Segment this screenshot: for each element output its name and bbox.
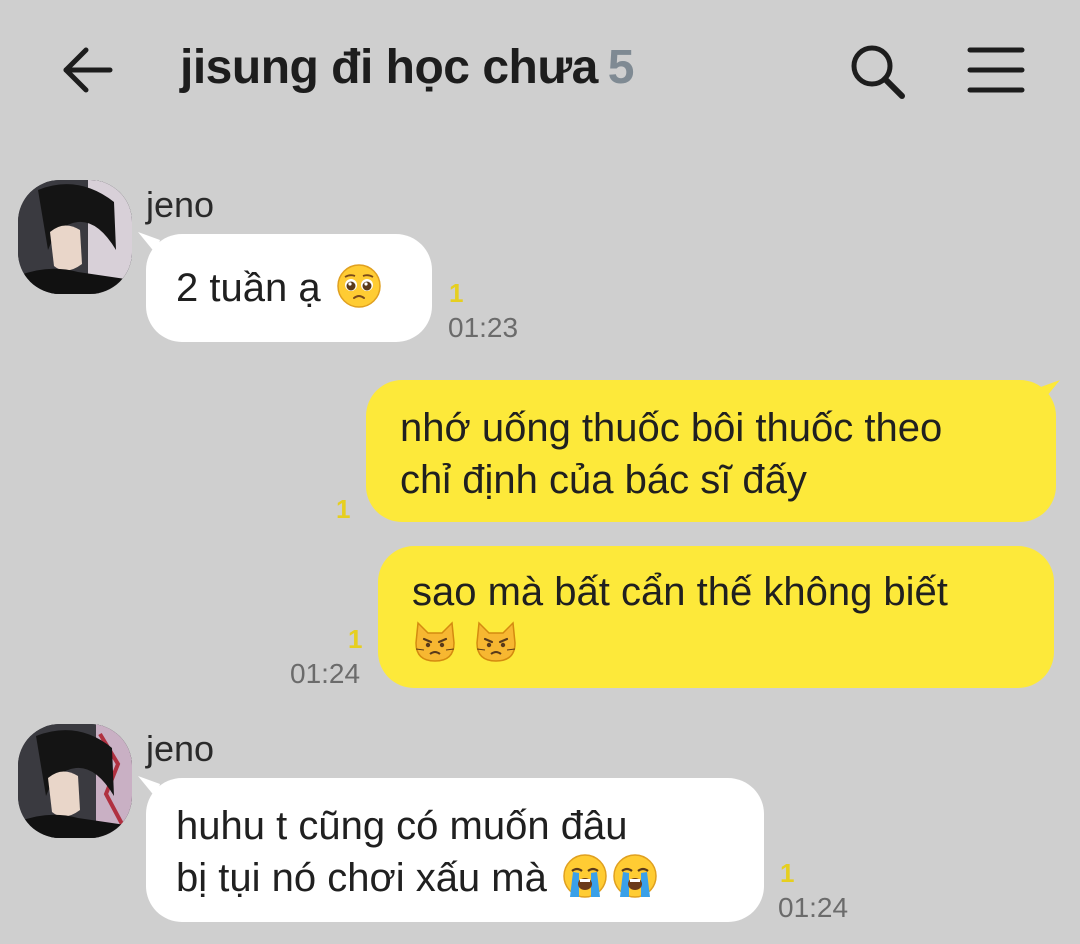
pleading-face-icon: [336, 264, 381, 308]
arrow-left-icon: [63, 47, 113, 93]
unread-count: 1: [336, 494, 351, 524]
sender-name: jeno: [146, 184, 215, 225]
menu-button[interactable]: [966, 44, 1026, 96]
hamburger-menu-icon: [967, 47, 1025, 93]
sender-name: jeno: [146, 728, 215, 769]
bubble-tail: [1038, 380, 1060, 402]
back-button[interactable]: [58, 42, 118, 98]
chat-title: jisung đi học chưa 5: [180, 40, 635, 95]
profile-photo: [18, 724, 132, 838]
message-bubble[interactable]: 2 tuần ạ: [146, 234, 432, 342]
message-line: nhớ uống thuốc bôi thuốc theo: [400, 406, 943, 450]
message-bubble[interactable]: sao mà bất cẩn thế không biết: [378, 546, 1054, 688]
message-emojis: [412, 618, 1054, 670]
pouting-cat-icon: [415, 621, 455, 662]
message-line: huhu t cũng có muốn đâu: [176, 804, 628, 848]
message-bubble[interactable]: nhớ uống thuốc bôi thuốc theo chỉ định c…: [366, 380, 1056, 522]
unread-count: 1: [348, 624, 363, 654]
message-time: 01:23: [448, 312, 519, 343]
loudly-crying-face-icon: [563, 854, 607, 898]
unread-count: 1: [449, 278, 464, 308]
chat-header: jisung đi học chưa 5: [0, 0, 1080, 140]
avatar[interactable]: [18, 724, 132, 838]
message-line: sao mà bất cẩn thế không biết: [412, 570, 948, 614]
avatar[interactable]: [18, 180, 132, 294]
message-line: bị tụi nó chơi xấu mà: [176, 852, 764, 904]
search-button[interactable]: [846, 40, 908, 102]
unread-count: 1: [780, 858, 795, 888]
search-icon: [851, 45, 905, 99]
chat-name: jisung đi học chưa: [180, 41, 598, 94]
message-text: 2 tuần ạ: [176, 262, 432, 314]
message-time: 01:24: [290, 658, 361, 689]
member-count: 5: [607, 41, 635, 94]
message-bubble[interactable]: huhu t cũng có muốn đâu bị tụi nó chơi x…: [146, 778, 764, 922]
message-line: chỉ định của bác sĩ đấy: [400, 458, 807, 502]
message-time: 01:24: [778, 892, 849, 923]
loudly-crying-face-icon: [613, 854, 657, 898]
pouting-cat-icon: [476, 621, 516, 662]
profile-photo: [18, 180, 132, 294]
